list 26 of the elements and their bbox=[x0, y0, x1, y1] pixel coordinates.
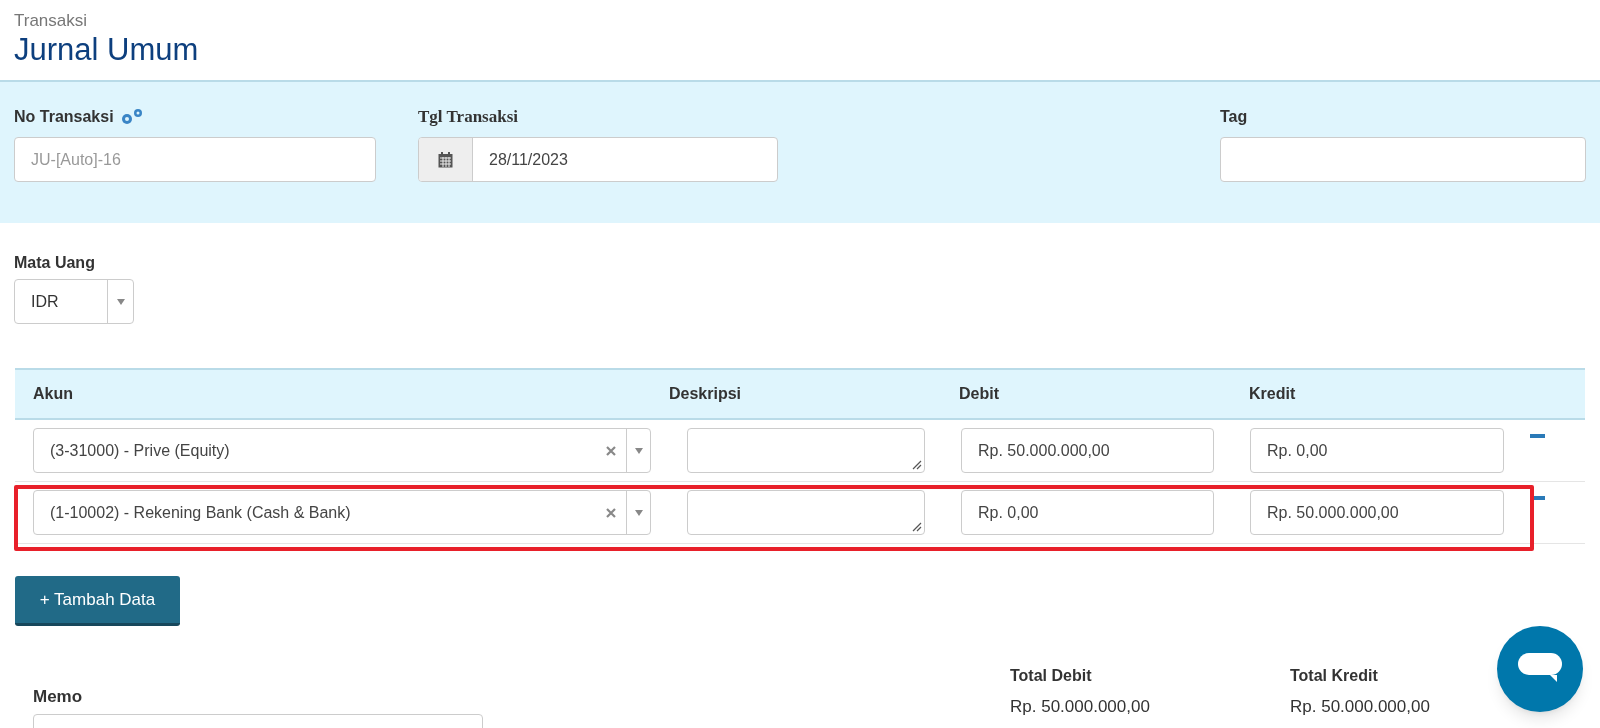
total-label: Total Debit bbox=[1010, 666, 1092, 686]
field-label: Tgl Transaksi bbox=[418, 106, 519, 129]
debit-field[interactable]: Rp. 0,00 bbox=[961, 490, 1214, 535]
transaction-number-field[interactable]: JU-[Auto]-16 bbox=[14, 137, 376, 182]
field-label: Tag bbox=[1220, 107, 1249, 127]
column-header: Deskripsi bbox=[669, 384, 743, 404]
account-select[interactable]: (1-10002) - Rekening Bank (Cash & Bank) bbox=[33, 490, 651, 535]
memo-label: Memo bbox=[33, 686, 84, 708]
total-label: Total Kredit bbox=[1290, 666, 1378, 686]
currency-label: Mata Uang bbox=[14, 253, 96, 273]
page-title: Jurnal Umum bbox=[14, 31, 200, 70]
breadcrumb: Transaksi bbox=[14, 10, 89, 32]
column-header: Debit bbox=[959, 384, 1000, 404]
debit-field[interactable]: Rp. 50.000.000,00 bbox=[961, 428, 1214, 473]
date-field[interactable]: 28/11/2023 bbox=[418, 137, 778, 182]
add-row-button[interactable]: + Tambah Data bbox=[15, 576, 180, 626]
column-header: Kredit bbox=[1249, 384, 1297, 404]
field-label: No Transaksi bbox=[14, 107, 114, 127]
credit-field[interactable]: Rp. 50.000.000,00 bbox=[1250, 490, 1504, 535]
account-select[interactable]: (3-31000) - Prive (Equity) bbox=[33, 428, 651, 473]
credit-field[interactable]: Rp. 0,00 bbox=[1250, 428, 1504, 473]
date-value: 28/11/2023 bbox=[488, 149, 569, 170]
currency-select[interactable]: IDR bbox=[14, 279, 134, 324]
column-header: Akun bbox=[33, 384, 74, 404]
total-value: Rp. 50.000.000,00 bbox=[1010, 696, 1150, 718]
total-value: Rp. 50.000.000,00 bbox=[1290, 696, 1430, 718]
